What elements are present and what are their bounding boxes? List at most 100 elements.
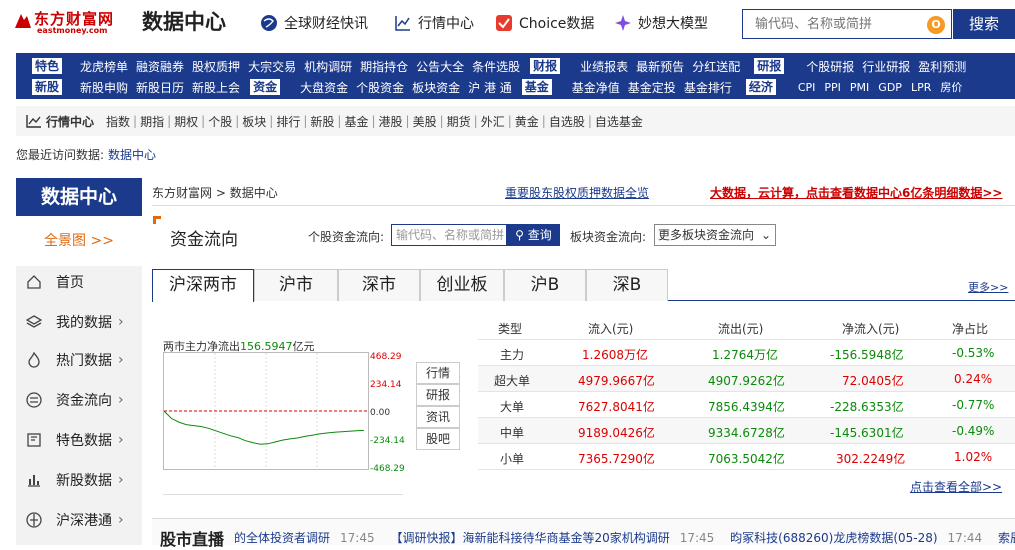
category-link[interactable]: 分红送配	[692, 58, 740, 75]
news-item[interactable]: 昀冢科技(688260)龙虎榜数据(05-28)	[730, 531, 937, 545]
category-link[interactable]: 融资融券	[136, 58, 184, 75]
tab-gem[interactable]: 创业板	[420, 269, 504, 301]
outflow-cell: 4907.9262亿	[708, 374, 785, 388]
category-link[interactable]: 期指持仓	[360, 58, 408, 75]
tab-sz-b[interactable]: 深B	[586, 269, 668, 301]
inflow-cell: 7365.7290亿	[578, 452, 655, 466]
category-link[interactable]: PPI	[824, 81, 841, 94]
see-all-link[interactable]: 点击查看全部>>	[910, 478, 1002, 495]
category-link[interactable]: 新股日历	[136, 79, 184, 96]
more-link[interactable]: 更多>>	[968, 279, 1008, 295]
nav-quote-center[interactable]: 行情中心	[394, 13, 474, 33]
news-button[interactable]: 资讯	[416, 406, 460, 428]
category-link[interactable]: 新股申购	[80, 79, 128, 96]
category-link[interactable]: 机构调研	[304, 58, 352, 75]
subnav-item[interactable]: 基金	[344, 113, 368, 130]
research-button[interactable]: 研报	[416, 384, 460, 406]
subnav-item[interactable]: 期指	[140, 113, 164, 130]
column-header: 流出(元)	[718, 322, 764, 336]
category-tag-capital[interactable]: 资金	[250, 79, 281, 95]
site-logo[interactable]: 东方财富网 eastmoney.com	[12, 8, 128, 36]
category-link[interactable]: 业绩报表	[580, 58, 628, 75]
category-link[interactable]: 公告大全	[416, 58, 464, 75]
sidebar-item-hot-data[interactable]: 热门数据 ›	[16, 340, 142, 380]
category-link[interactable]: 最新预告	[636, 58, 684, 75]
search-input[interactable]	[743, 10, 923, 38]
stock-code-input[interactable]: 输代码、名称或简拼	[391, 224, 507, 246]
category-link[interactable]: 龙虎榜单	[80, 58, 128, 75]
category-link[interactable]: 股权质押	[192, 58, 240, 75]
subnav-item[interactable]: 黄金	[515, 113, 539, 130]
subnav-item[interactable]: 自选股	[549, 113, 585, 130]
category-link[interactable]: 大盘资金	[300, 79, 348, 96]
y-tick-label: -234.14	[370, 436, 405, 446]
subnav-item[interactable]: 排行	[276, 113, 300, 130]
sidebar-item-special-data[interactable]: 特色数据 ›	[16, 420, 142, 460]
sidebar-item-home[interactable]: 首页	[16, 262, 142, 302]
nav-global-news[interactable]: 全球财经快讯	[260, 13, 368, 33]
category-link[interactable]: 沪 港 通	[468, 79, 512, 96]
live-ticker: 股市直播 的全体投资者调研 17:45 【调研快报】海新能科接待华商基金等20家机…	[152, 518, 1015, 549]
subnav-item[interactable]: 港股	[379, 113, 403, 130]
subnav-item[interactable]: 期权	[174, 113, 198, 130]
checkbox-icon	[496, 15, 512, 31]
category-link[interactable]: 个股研报	[806, 58, 854, 75]
breadcrumb-home[interactable]: 东方财富网	[152, 186, 212, 200]
category-link[interactable]: 基金净值	[572, 79, 620, 96]
tab-sh-b[interactable]: 沪B	[504, 269, 586, 301]
category-tag-report[interactable]: 财报	[530, 58, 561, 74]
recent-link[interactable]: 数据中心	[108, 148, 156, 162]
category-link[interactable]: 个股资金	[356, 79, 404, 96]
subnav-item[interactable]: 自选基金	[595, 113, 643, 130]
category-link[interactable]: CPI	[798, 81, 816, 94]
category-link[interactable]: 盈利预测	[918, 58, 966, 75]
subnav-item[interactable]: 板块	[242, 113, 266, 130]
promo-bigdata-link[interactable]: 大数据，云计算，点击查看数据中心6亿条明细数据>>	[710, 184, 1002, 201]
subnav-item[interactable]: 新股	[310, 113, 334, 130]
tab-all-markets[interactable]: 沪深两市	[152, 269, 254, 302]
tab-sz[interactable]: 深市	[338, 269, 420, 301]
category-tag-fund[interactable]: 基金	[521, 79, 552, 95]
category-tag-special[interactable]: 特色	[32, 58, 63, 74]
query-button[interactable]: ⚲ 查询	[507, 224, 560, 246]
category-link[interactable]: 大宗交易	[248, 58, 296, 75]
promo-pledge-link[interactable]: 重要股东股权质押数据全览	[505, 184, 649, 201]
subnav-item[interactable]: 指数	[106, 113, 130, 130]
search-button[interactable]: 搜索	[953, 9, 1015, 39]
category-link[interactable]: 条件选股	[472, 58, 520, 75]
category-link[interactable]: 基金排行	[684, 79, 732, 96]
sidebar-item-ipo-data[interactable]: 新股数据 ›	[16, 460, 142, 500]
chevron-right-icon: ›	[118, 314, 124, 330]
tab-sh[interactable]: 沪市	[254, 269, 338, 301]
news-item[interactable]: 的全体投资者调研	[234, 531, 330, 545]
sidebar-item-my-data[interactable]: 我的数据 ›	[16, 302, 142, 342]
news-item[interactable]: 【调研快报】海新能科接待华商基金等20家机构调研	[390, 531, 669, 545]
subnav-item[interactable]: 期货	[447, 113, 471, 130]
subnav-item[interactable]: 美股	[413, 113, 437, 130]
subnav-item[interactable]: 外汇	[481, 113, 505, 130]
sidebar-item-label: 新股数据	[56, 473, 112, 489]
category-link[interactable]: 基金定投	[628, 79, 676, 96]
category-tag-ipo[interactable]: 新股	[32, 79, 63, 95]
category-link[interactable]: LPR	[911, 81, 931, 94]
category-link[interactable]: GDP	[878, 81, 902, 94]
category-link[interactable]: 房价	[940, 79, 962, 95]
nav-ai-model[interactable]: 妙想大模型	[614, 13, 708, 33]
nav-choice-data[interactable]: Choice数据	[495, 13, 594, 33]
sidebar-overview-link[interactable]: 全景图 >>	[16, 216, 142, 266]
category-tag-economy[interactable]: 经济	[745, 79, 776, 95]
forum-button[interactable]: 股吧	[416, 428, 460, 450]
sidebar-item-capital-flow[interactable]: 资金流向 ›	[16, 380, 142, 420]
search-box: O	[742, 9, 952, 39]
category-link[interactable]: 板块资金	[412, 79, 460, 96]
subnav-item[interactable]: 个股	[208, 113, 232, 130]
quote-button[interactable]: 行情	[416, 362, 460, 384]
category-link[interactable]: PMI	[850, 81, 869, 94]
subnav-title[interactable]: 行情中心	[26, 113, 94, 130]
category-link[interactable]: 行业研报	[862, 58, 910, 75]
category-link[interactable]: 新股上会	[192, 79, 240, 96]
block-flow-select[interactable]: 更多板块资金流向 ⌄	[654, 224, 776, 246]
news-item[interactable]: 索辰科技(	[998, 531, 1015, 545]
category-tag-research[interactable]: 研报	[754, 58, 785, 74]
sidebar-item-hk-connect[interactable]: 沪深港通 ›	[16, 500, 142, 540]
